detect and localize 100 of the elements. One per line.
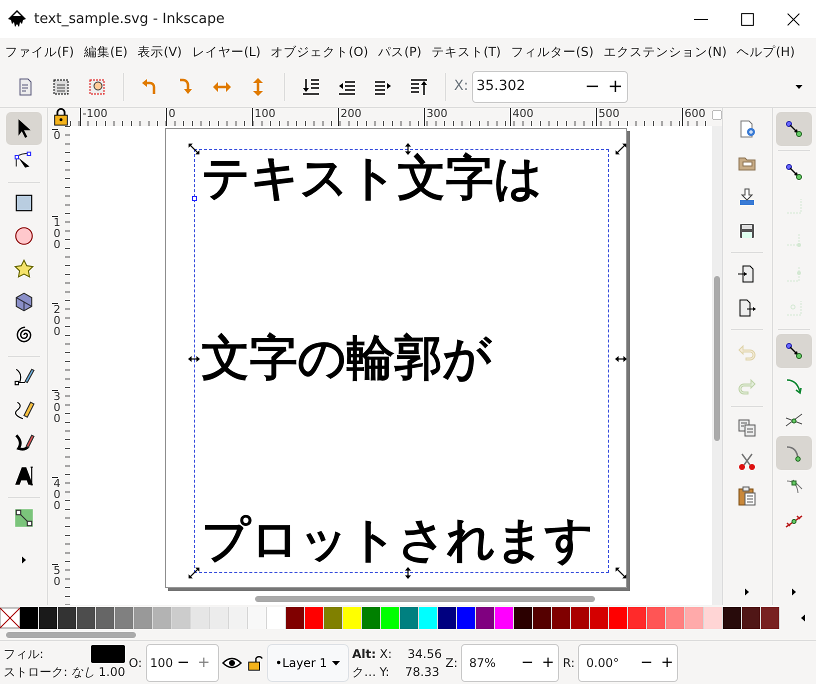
no-color-swatch[interactable] — [0, 606, 20, 628]
window-title: text_sample.svg - Inkscape — [34, 10, 226, 28]
decrement-button[interactable]: − — [517, 655, 538, 670]
color-swatch[interactable] — [381, 606, 400, 628]
text-baseline-handle[interactable] — [192, 196, 196, 201]
text-cursor-icon — [12, 465, 34, 487]
diagonal-resize-handle[interactable] — [614, 567, 626, 579]
color-swatch[interactable] — [685, 606, 704, 628]
color-swatch[interactable] — [419, 606, 438, 628]
palette-scrollbar[interactable] — [6, 632, 136, 638]
color-swatch[interactable] — [153, 606, 172, 628]
rotation-field[interactable]: 0.00° − + — [578, 644, 678, 682]
lock-icon[interactable] — [52, 108, 70, 126]
zoom-field[interactable]: 87% − + — [461, 644, 560, 682]
menu-item[interactable]: ヘルプ(H) — [732, 42, 800, 62]
command-button[interactable] — [776, 112, 812, 146]
color-swatch[interactable] — [324, 606, 343, 628]
menu-item[interactable]: ファイル(F) — [0, 42, 79, 62]
x-field[interactable]: 35.302 − + — [472, 70, 628, 102]
increment-button[interactable]: + — [194, 655, 214, 670]
decrement-button[interactable]: − — [172, 655, 194, 670]
color-swatch[interactable] — [39, 606, 58, 628]
color-swatch[interactable] — [248, 606, 267, 628]
color-swatch[interactable] — [704, 606, 723, 628]
menu-item[interactable]: フィルター(S) — [506, 42, 599, 62]
vertical-scrollbar[interactable] — [714, 276, 720, 441]
close-icon — [786, 12, 800, 26]
color-swatch[interactable] — [590, 606, 609, 628]
zoom-label: Z: — [445, 654, 458, 672]
color-swatch[interactable] — [552, 606, 571, 628]
diagonal-resize-handle[interactable] — [188, 567, 200, 579]
menu-item[interactable]: オブジェクト(O) — [266, 42, 374, 62]
ruler-label: 200 — [52, 303, 58, 390]
opacity-field[interactable]: 100 − + — [146, 644, 219, 682]
color-swatch[interactable] — [134, 606, 153, 628]
circle-icon — [12, 225, 34, 247]
layer-dropdown[interactable]: •Layer 1 — [267, 644, 349, 682]
horizontal-scrollbar[interactable] — [254, 596, 594, 602]
color-swatch[interactable] — [495, 606, 514, 628]
decrement-button[interactable]: − — [580, 78, 604, 96]
fill-label: フィル: — [4, 646, 44, 662]
color-swatch[interactable] — [305, 606, 324, 628]
color-swatch[interactable] — [362, 606, 381, 628]
minimize-icon — [694, 18, 708, 20]
color-swatch[interactable] — [628, 606, 647, 628]
color-swatch[interactable] — [20, 606, 39, 628]
color-swatch[interactable] — [286, 606, 305, 628]
color-swatch[interactable] — [96, 606, 115, 628]
decrement-button[interactable]: − — [636, 655, 657, 670]
diagonal-resize-handle[interactable] — [188, 143, 200, 155]
y-coordinate-value: 78.33 — [404, 664, 440, 680]
menu-item[interactable]: テキスト(T) — [426, 42, 506, 62]
increment-button[interactable]: + — [604, 78, 627, 96]
lines-arrow-icon — [409, 76, 429, 96]
color-swatch[interactable] — [666, 606, 685, 628]
menu-item[interactable]: レイヤー(L) — [186, 42, 266, 62]
color-swatch[interactable] — [191, 606, 210, 628]
inkscape-logo-icon — [7, 9, 27, 29]
node-arrow-icon — [784, 162, 804, 182]
color-swatch[interactable] — [647, 606, 666, 628]
color-swatch[interactable] — [267, 606, 286, 628]
lines-arrow-icon — [301, 76, 321, 96]
documents-icon — [737, 418, 757, 438]
square-icon — [12, 192, 34, 214]
rotation-label: R: — [562, 654, 575, 672]
color-swatch[interactable] — [438, 606, 457, 628]
increment-button[interactable]: + — [656, 655, 678, 670]
tool-button[interactable] — [6, 112, 42, 144]
x-coordinate-value: 34.56 — [406, 646, 442, 662]
color-swatch[interactable] — [229, 606, 248, 628]
menu-item[interactable]: 表示(V) — [132, 42, 187, 62]
fill-swatch[interactable] — [91, 644, 126, 662]
color-swatch[interactable] — [210, 606, 229, 628]
diagonal-resize-handle[interactable] — [614, 143, 626, 155]
color-swatch[interactable] — [609, 606, 628, 628]
color-swatch[interactable] — [571, 606, 590, 628]
unlocked-padlock-icon[interactable] — [246, 654, 264, 672]
command-button[interactable] — [776, 334, 812, 368]
color-swatch[interactable] — [533, 606, 552, 628]
color-swatch[interactable] — [172, 606, 191, 628]
color-swatch[interactable] — [115, 606, 134, 628]
pen-icon — [12, 366, 34, 388]
color-swatch[interactable] — [58, 606, 77, 628]
color-swatch[interactable] — [742, 606, 761, 628]
menu-item[interactable]: エクステンション(N) — [598, 42, 732, 62]
color-swatch[interactable] — [723, 606, 742, 628]
pencil-icon — [12, 399, 34, 421]
color-swatch[interactable] — [400, 606, 419, 628]
menu-item[interactable]: パス(P) — [373, 42, 427, 62]
color-swatch[interactable] — [343, 606, 362, 628]
clipboard-icon — [737, 486, 757, 506]
color-swatch[interactable] — [761, 606, 780, 628]
color-swatch[interactable] — [77, 606, 96, 628]
increment-button[interactable]: + — [538, 655, 558, 670]
color-swatch[interactable] — [457, 606, 476, 628]
dotted-square-icon — [87, 76, 107, 96]
menu-item[interactable]: 編集(E) — [78, 42, 133, 62]
color-swatch[interactable] — [476, 606, 495, 628]
opacity-label: O: — [128, 654, 142, 672]
color-swatch[interactable] — [514, 606, 533, 628]
